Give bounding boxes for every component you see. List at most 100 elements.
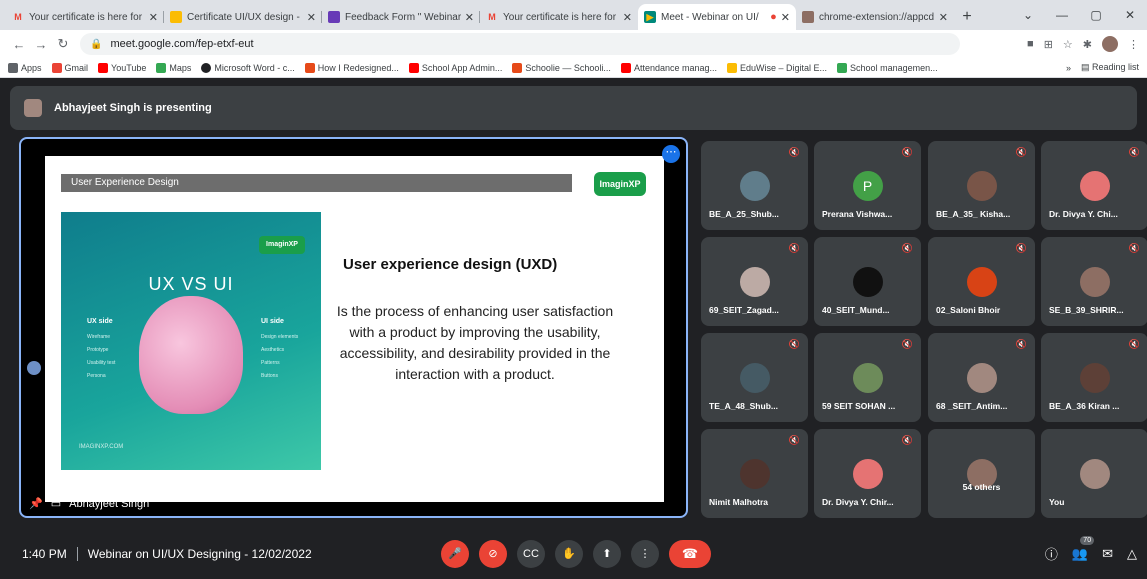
browser-tab-active[interactable]: ▶ Meet - Webinar on UI/ ● ✕ <box>638 4 796 30</box>
bookmark-youtube[interactable]: YouTube <box>98 62 146 73</box>
chat-icon[interactable]: ✉ <box>1102 546 1113 562</box>
reload-icon[interactable]: ↻ <box>52 36 74 52</box>
raise-hand-button[interactable]: ✋ <box>555 539 583 568</box>
url-field[interactable]: 🔒 meet.google.com/fep-etxf-eut <box>80 33 960 55</box>
image-logo: ImaginXP <box>259 236 305 254</box>
close-window-button[interactable]: ✕ <box>1113 0 1147 30</box>
bookmark-item[interactable]: Schoolie — Schooli... <box>512 62 611 73</box>
close-tab-icon[interactable]: ✕ <box>307 11 316 24</box>
menu-icon[interactable]: ⋮ <box>1128 38 1139 51</box>
bookmark-item[interactable]: How I Redesigned... <box>304 62 399 73</box>
close-tab-icon[interactable]: ✕ <box>465 11 474 24</box>
slide-body: Is the process of enhancing user satisfa… <box>336 303 614 382</box>
phone-hangup-icon: ☎ <box>681 545 699 561</box>
bookmark-item[interactable]: Microsoft Word - c... <box>201 62 295 73</box>
participant-tile[interactable]: 🔇 Nimit Malhotra <box>701 429 808 518</box>
bookmark-item[interactable]: EduWise – Digital E... <box>727 62 827 73</box>
minimize-button[interactable]: — <box>1045 0 1079 30</box>
close-tab-icon[interactable]: ✕ <box>781 11 790 24</box>
recording-dot-icon: ● <box>770 11 777 23</box>
back-icon[interactable]: ← <box>8 37 30 52</box>
profile-avatar[interactable] <box>1102 36 1118 52</box>
activities-icon[interactable]: △ <box>1127 546 1137 562</box>
forward-icon[interactable]: → <box>30 37 52 52</box>
gmail-icon: M <box>14 12 22 22</box>
browser-tab[interactable]: Certificate UI/UX design - ✕ <box>164 4 322 30</box>
install-icon[interactable]: ⊞ <box>1044 38 1053 51</box>
participant-tile[interactable]: 🔇 SE_B_39_SHRIR... <box>1041 237 1147 326</box>
participant-tile[interactable]: 🔇 68 _SEIT_Antim... <box>928 333 1035 422</box>
presentation-stage[interactable]: User Experience Design ImaginXP ImaginXP… <box>19 137 688 518</box>
close-tab-icon[interactable]: ✕ <box>623 11 632 24</box>
bookmark-item[interactable]: Attendance manag... <box>620 62 717 73</box>
participant-tile[interactable]: 🔇 BE_A_36 Kiran ... <box>1041 333 1147 422</box>
participant-avatar <box>966 171 997 201</box>
participant-avatar <box>739 363 770 393</box>
browser-tab[interactable]: M Your certificate is here for ✕ <box>480 4 638 30</box>
participant-name: 59 SEIT SOHAN ... <box>822 401 896 411</box>
maximize-button[interactable]: ▢ <box>1079 0 1113 30</box>
leave-call-button[interactable]: ☎ <box>669 539 711 568</box>
tab-title: Your certificate is here for <box>29 11 143 23</box>
drive-icon <box>837 62 848 73</box>
lock-icon[interactable]: 🔒 <box>90 39 102 50</box>
mic-muted-icon: 🔇 <box>901 243 913 253</box>
participant-tile[interactable]: 🔇 40_SEIT_Mund... <box>814 237 921 326</box>
close-tab-icon[interactable]: ✕ <box>939 11 948 24</box>
participant-tile[interactable]: 🔇 P Prerana Vishwa... <box>814 141 921 230</box>
tab-search-icon[interactable]: ⌄ <box>1011 0 1045 30</box>
more-options-button[interactable]: ⋮ <box>631 539 659 568</box>
participant-tile[interactable]: 🔇 Dr. Divya Y. Chi... <box>1041 141 1147 230</box>
people-count-badge: 70 <box>1080 535 1095 545</box>
bookmark-item[interactable]: School App Admin... <box>408 62 502 73</box>
new-tab-button[interactable]: + <box>954 4 980 30</box>
extensions-icon[interactable]: ✱ <box>1083 38 1092 51</box>
bookmarks-bar: Apps Gmail YouTube Maps Microsoft Word -… <box>0 58 1147 78</box>
star-icon[interactable]: ☆ <box>1063 38 1073 51</box>
participant-tile[interactable]: 54 others <box>928 429 1035 518</box>
pin-icon[interactable]: 📌 <box>29 497 43 510</box>
more-bookmarks-button[interactable]: » <box>1066 63 1071 73</box>
bookmark-gmail[interactable]: Gmail <box>51 62 88 73</box>
participant-name: Prerana Vishwa... <box>822 209 893 219</box>
bookmark-item[interactable]: School managemen... <box>837 62 938 73</box>
scroll-indicator-icon[interactable] <box>27 361 41 375</box>
github-icon <box>201 62 212 73</box>
people-icon[interactable]: 👥 70 <box>1072 535 1095 562</box>
participant-tile[interactable]: 🔇 Dr. Divya Y. Chir... <box>814 429 921 518</box>
participant-tile[interactable]: 🔇 BE_A_25_Shub... <box>701 141 808 230</box>
participant-tile[interactable]: 🔇 69_SEIT_Zagad... <box>701 237 808 326</box>
participant-tile[interactable]: 🔇 59 SEIT SOHAN ... <box>814 333 921 422</box>
participant-tile[interactable]: 🔇 TE_A_48_Shub... <box>701 333 808 422</box>
slide-header: User Experience Design <box>61 174 572 192</box>
tab-title: Certificate UI/UX design - <box>187 11 300 23</box>
present-button[interactable]: ⬆ <box>593 539 621 568</box>
participant-tile[interactable]: 🔇 BE_A_35_ Kisha... <box>928 141 1035 230</box>
participant-avatar <box>1079 267 1110 297</box>
info-icon[interactable]: ⓘ <box>1045 544 1058 563</box>
mic-muted-icon: 🔇 <box>901 339 913 349</box>
bookmark-apps[interactable]: Apps <box>8 62 42 73</box>
close-tab-icon[interactable]: ✕ <box>149 11 158 24</box>
participant-tile[interactable]: 🔇 02_Saloni Bhoir <box>928 237 1035 326</box>
more-options-icon[interactable]: ⋯ <box>662 145 680 163</box>
camera-off-button[interactable]: ⊘ <box>479 539 507 568</box>
browser-tab[interactable]: chrome-extension://appcd ✕ <box>796 4 954 30</box>
camera-off-icon: ⊘ <box>488 548 498 560</box>
reading-list-button[interactable]: ▤ Reading list <box>1081 62 1139 73</box>
present-icon: ⬆ <box>602 548 612 560</box>
site-icon <box>512 62 523 73</box>
participant-name: Nimit Malhotra <box>709 497 769 507</box>
forms-icon <box>328 11 340 23</box>
participant-avatar <box>1079 171 1110 201</box>
bookmark-maps[interactable]: Maps <box>156 62 191 73</box>
browser-tab[interactable]: Feedback Form " Webinar ✕ <box>322 4 480 30</box>
participant-tile[interactable]: You <box>1041 429 1147 518</box>
browser-tab[interactable]: M Your certificate is here for ✕ <box>6 4 164 30</box>
camera-icon[interactable]: ■ <box>1027 38 1034 50</box>
participant-name: SE_B_39_SHRIR... <box>1049 305 1124 315</box>
captions-button[interactable]: CC <box>517 539 545 568</box>
participant-name: 69_SEIT_Zagad... <box>709 305 779 315</box>
slides-icon <box>170 11 182 23</box>
mic-off-button[interactable]: 🎤 <box>441 539 469 568</box>
